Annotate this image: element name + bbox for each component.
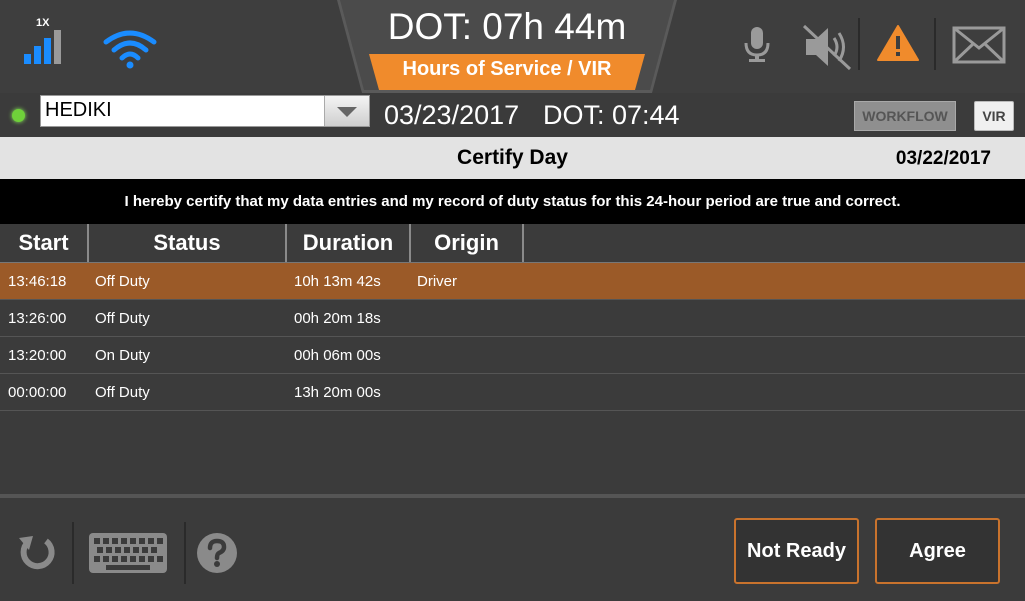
certify-statement-bar: I hereby certify that my data entries an…	[0, 179, 1025, 224]
cell-origin: Driver	[417, 273, 457, 290]
cell-start: 13:46:18	[8, 273, 67, 290]
table-row[interactable]: 13:46:18 Off Duty 10h 13m 42s Driver	[0, 263, 1025, 300]
table-header: Start Status Duration Origin	[0, 224, 1025, 263]
connection-status-indicator	[12, 109, 25, 122]
cell-status: Off Duty	[95, 310, 150, 327]
dot-clock: DOT: 07:44	[543, 100, 680, 130]
cell-status: Off Duty	[95, 384, 150, 401]
cell-duration: 13h 20m 00s	[294, 384, 381, 401]
refresh-icon[interactable]	[16, 532, 58, 574]
workflow-button[interactable]: WORKFLOW	[854, 101, 956, 131]
table-row[interactable]: 00:00:00 Off Duty 13h 20m 00s	[0, 374, 1025, 411]
column-header-start[interactable]: Start	[0, 224, 89, 262]
driver-bar: HEDIKI 03/23/2017 DOT: 07:44 WORKFLOW VI…	[0, 93, 1025, 137]
dot-hours-badge[interactable]: DOT: 07h 44m Hours of Service / VIR	[337, 0, 677, 93]
not-ready-button[interactable]: Not Ready	[734, 518, 859, 584]
dot-remaining-time: DOT: 07h 44m	[387, 6, 627, 47]
column-header-duration[interactable]: Duration	[287, 224, 411, 262]
divider	[858, 18, 860, 70]
speaker-muted-icon[interactable]	[800, 22, 856, 72]
page-title: Certify Day	[457, 146, 568, 169]
cell-status: Off Duty	[95, 273, 150, 290]
duty-status-table: Start Status Duration Origin 13:46:18 Of…	[0, 224, 1025, 494]
certify-date: 03/22/2017	[895, 148, 991, 169]
driver-select-dropdown-button[interactable]	[324, 96, 369, 126]
current-date: 03/23/2017	[384, 100, 520, 130]
divider	[72, 522, 74, 584]
wifi-icon	[103, 30, 157, 69]
cell-start: 13:20:00	[8, 347, 67, 364]
top-status-bar: 1X DOT: 07h 44m Hours of Service / VIR	[0, 0, 1025, 93]
vir-button[interactable]: VIR	[974, 101, 1014, 131]
divider	[934, 18, 936, 70]
table-row[interactable]: 13:20:00 On Duty 00h 06m 00s	[0, 337, 1025, 374]
column-header-origin[interactable]: Origin	[411, 224, 524, 262]
cell-start: 13:26:00	[8, 310, 67, 327]
help-icon[interactable]	[196, 532, 238, 574]
cell-duration: 00h 20m 18s	[294, 310, 381, 327]
bottom-toolbar: Not Ready Agree	[0, 494, 1025, 601]
table-row[interactable]: 13:26:00 Off Duty 00h 20m 18s	[0, 300, 1025, 337]
cell-duration: 00h 06m 00s	[294, 347, 381, 364]
agree-button[interactable]: Agree	[875, 518, 1000, 584]
mail-icon[interactable]	[952, 26, 1006, 64]
warning-icon[interactable]	[876, 24, 920, 62]
certify-header: Certify Day 03/22/2017	[0, 137, 1025, 179]
divider	[184, 522, 186, 584]
driver-select[interactable]: HEDIKI	[40, 95, 370, 127]
module-label: Hours of Service / VIR	[402, 58, 612, 80]
keyboard-icon[interactable]	[88, 532, 168, 574]
chevron-down-icon	[337, 107, 357, 117]
column-header-status[interactable]: Status	[89, 224, 287, 262]
cell-duration: 10h 13m 42s	[294, 273, 381, 290]
driver-name: HEDIKI	[45, 99, 112, 121]
signal-type-label: 1X	[36, 17, 50, 29]
certify-statement: I hereby certify that my data entries an…	[124, 193, 901, 210]
microphone-icon[interactable]	[742, 25, 772, 63]
cell-start: 00:00:00	[8, 384, 67, 401]
cell-status: On Duty	[95, 347, 151, 364]
